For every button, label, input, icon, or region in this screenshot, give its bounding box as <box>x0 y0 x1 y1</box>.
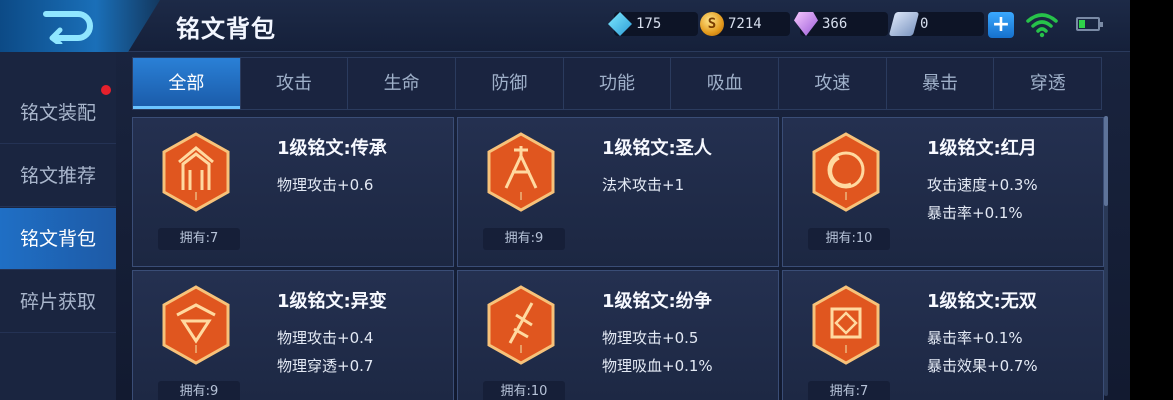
rune-card[interactable]: I 拥有:7 1级铭文:传承 物理攻击+0.6 <box>132 117 454 267</box>
owned-count: 拥有:9 <box>483 228 565 250</box>
rune-card[interactable]: I 拥有:9 1级铭文:圣人 法术攻击+1 <box>457 117 779 267</box>
rune-card[interactable]: I 拥有:10 1级铭文:纷争 物理攻击+0.5 物理吸血+0.1% <box>457 270 779 400</box>
rune-level: I <box>844 343 848 356</box>
screen-edge <box>1130 0 1173 400</box>
ticket-value: 0 <box>920 16 929 32</box>
ticket-icon <box>888 12 920 36</box>
tab-attack-speed[interactable]: 攻速 <box>779 58 887 109</box>
game-screen: 铭文背包 175 S 7214 366 0 + 铭文装配 铭文推荐 铭文背包 碎… <box>0 0 1130 400</box>
owned-count: 拥有:7 <box>808 381 890 400</box>
sidebar: 铭文装配 铭文推荐 铭文背包 碎片获取 <box>0 52 116 400</box>
diamond-value: 175 <box>636 16 662 32</box>
scrollbar[interactable] <box>1104 116 1108 396</box>
wifi-icon <box>1026 13 1058 38</box>
rune-card[interactable]: I 拥有:10 1级铭文:红月 攻击速度+0.3% 暴击率+0.1% <box>782 117 1104 267</box>
rune-level: I <box>519 343 523 356</box>
tab-defense[interactable]: 防御 <box>456 58 564 109</box>
sidebar-item-rune-bag[interactable]: 铭文背包 <box>0 208 116 270</box>
rune-stat: 法术攻击+1 <box>602 176 685 194</box>
rune-level: I <box>844 190 848 203</box>
add-currency-button[interactable]: + <box>988 12 1014 38</box>
rune-title: 1级铭文:无双 <box>927 291 1037 312</box>
filter-tabs: 全部 攻击 生命 防御 功能 吸血 攻速 暴击 穿透 <box>132 57 1102 110</box>
rune-stat: 物理穿透+0.7 <box>277 357 374 375</box>
diamond-icon <box>608 12 632 36</box>
tab-attack[interactable]: 攻击 <box>241 58 349 109</box>
rune-stat: 物理攻击+0.6 <box>277 176 374 194</box>
tab-lifesteal[interactable]: 吸血 <box>671 58 780 109</box>
rune-level: I <box>194 343 198 356</box>
owned-count: 拥有:10 <box>808 228 890 250</box>
tab-health[interactable]: 生命 <box>348 58 457 109</box>
sidebar-item-rune-recommend[interactable]: 铭文推荐 <box>0 145 116 207</box>
tab-function[interactable]: 功能 <box>564 58 672 109</box>
rune-stat: 暴击率+0.1% <box>927 204 1023 222</box>
rune-title: 1级铭文:红月 <box>927 138 1037 159</box>
battery-icon <box>1076 17 1103 31</box>
rune-stat: 暴击效果+0.7% <box>927 357 1038 375</box>
gem-counter: 366 <box>794 12 888 36</box>
owned-count: 拥有:7 <box>158 228 240 250</box>
tab-penetration[interactable]: 穿透 <box>994 58 1101 109</box>
sidebar-item-fragments[interactable]: 碎片获取 <box>0 271 116 333</box>
rune-level: I <box>194 190 198 203</box>
rune-title: 1级铭文:圣人 <box>602 138 712 159</box>
rune-card[interactable]: I 拥有:7 1级铭文:无双 暴击率+0.1% 暴击效果+0.7% <box>782 270 1104 400</box>
rune-stat: 物理吸血+0.1% <box>602 357 713 375</box>
rune-stat: 暴击率+0.1% <box>927 329 1023 347</box>
scrollbar-thumb[interactable] <box>1104 116 1108 206</box>
gem-value: 366 <box>822 16 848 32</box>
rune-level: I <box>519 190 523 203</box>
back-arrow-icon <box>43 11 93 44</box>
tab-all[interactable]: 全部 <box>133 58 241 109</box>
notification-badge <box>101 85 111 95</box>
ticket-counter: 0 <box>888 12 984 36</box>
rune-card[interactable]: I 拥有:9 1级铭文:异变 物理攻击+0.4 物理穿透+0.7 <box>132 270 454 400</box>
tab-crit[interactable]: 暴击 <box>887 58 995 109</box>
gold-counter: S 7214 <box>700 12 790 36</box>
owned-count: 拥有:9 <box>158 381 240 400</box>
rune-stat: 物理攻击+0.4 <box>277 329 374 347</box>
rune-stat: 物理攻击+0.5 <box>602 329 699 347</box>
diamond-counter: 175 <box>608 12 698 36</box>
sidebar-item-rune-equip[interactable]: 铭文装配 <box>0 82 116 144</box>
gold-value: 7214 <box>728 16 762 32</box>
rune-title: 1级铭文:传承 <box>277 138 387 159</box>
rune-title: 1级铭文:异变 <box>277 291 387 312</box>
top-bar: 铭文背包 175 S 7214 366 0 + <box>0 0 1130 52</box>
gold-coin-icon: S <box>700 12 724 36</box>
rune-stat: 攻击速度+0.3% <box>927 176 1038 194</box>
rune-title: 1级铭文:纷争 <box>602 291 712 312</box>
owned-count: 拥有:10 <box>483 381 565 400</box>
page-title: 铭文背包 <box>176 15 276 43</box>
gem-icon <box>794 12 818 36</box>
back-button[interactable] <box>0 0 160 52</box>
